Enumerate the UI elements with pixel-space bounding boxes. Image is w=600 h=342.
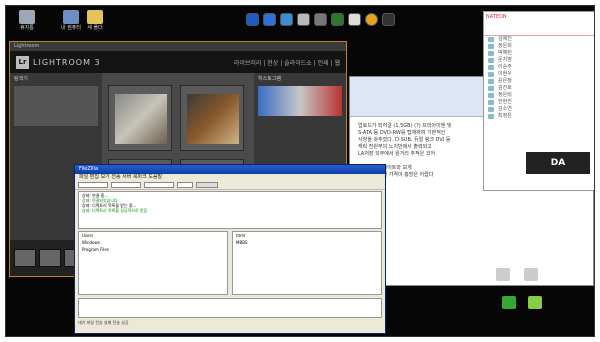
module-picker[interactable]: 라이브러리 | 현상 | 슬라이드쇼 | 인쇄 | 웹 — [234, 58, 340, 67]
quick-connect-button[interactable] — [196, 182, 218, 188]
contact-item[interactable]: 윤은정 — [484, 78, 594, 85]
desktop-icon[interactable] — [502, 296, 516, 309]
lightroom-logo: Lr — [16, 55, 29, 69]
messenger-window[interactable]: NATEON 김예진 정은희 박혜린 문지영 이승주 이현우 윤은정 김진호 정… — [483, 11, 594, 191]
contact-item[interactable]: 이승주 — [484, 64, 594, 71]
contact-item[interactable]: 김소연 — [484, 106, 594, 113]
app-icon[interactable] — [331, 12, 344, 26]
ftp-titlebar[interactable]: FileZilla — [75, 165, 385, 174]
desktop: 휴지통 내 컴퓨터 새 폴더 Lightroom Lr LIGHTROOM 3 … — [5, 5, 595, 337]
photo — [187, 94, 239, 144]
film-thumb[interactable] — [14, 249, 36, 267]
app-icon[interactable] — [280, 12, 293, 26]
contact-item[interactable]: 김예진 — [484, 36, 594, 43]
password-field[interactable] — [144, 182, 174, 188]
messenger-ad-banner[interactable]: DA — [526, 152, 590, 174]
remote-dir[interactable]: html — [233, 232, 381, 239]
contact-item[interactable]: 김진호 — [484, 85, 594, 92]
app-icon[interactable] — [314, 12, 327, 26]
screenshot-frame: 휴지통 내 컴퓨터 새 폴더 Lightroom Lr LIGHTROOM 3 … — [0, 0, 600, 342]
desktop-icon-recycle[interactable]: 휴지통 — [12, 10, 42, 31]
contact-item[interactable]: 최정은 — [484, 113, 594, 120]
host-field[interactable] — [78, 182, 108, 188]
contact-item[interactable]: 문지영 — [484, 57, 594, 64]
computer-icon — [63, 10, 79, 24]
quick-connect-bar — [75, 181, 385, 190]
desktop-icon[interactable] — [528, 296, 542, 309]
local-pane[interactable]: Users Windows Program Files — [78, 231, 228, 295]
queue-tabs[interactable]: 대기 파일 전송 실패 전송 성공 — [78, 320, 129, 326]
app-icon[interactable] — [382, 12, 395, 26]
ftp-client-window[interactable]: FileZilla 파일 편집 보기 전송 서버 북마크 도움말 상태: 연결 … — [74, 164, 386, 334]
contact-item[interactable]: 박혜린 — [484, 50, 594, 57]
lightroom-titlebar[interactable]: Lightroom — [10, 42, 346, 51]
histogram — [258, 86, 342, 116]
contact-item[interactable]: 이현우 — [484, 71, 594, 78]
local-dir[interactable]: Program Files — [79, 246, 227, 253]
photo-thumbnail[interactable] — [108, 85, 172, 151]
desktop-icon[interactable] — [496, 268, 510, 281]
contact-list: 김예진 정은희 박혜린 문지영 이승주 이현우 윤은정 김진호 정은비 한현진 … — [484, 36, 594, 120]
quick-launch-bar — [246, 11, 395, 27]
navigator-label[interactable]: 탐색기 — [10, 73, 102, 84]
film-thumb[interactable] — [39, 249, 61, 267]
port-field[interactable] — [177, 182, 193, 188]
navigator-preview — [14, 86, 98, 126]
message-log: 상태: 연결 중... 상태: 연결되었습니다 상태: 디렉토리 목록을 받는 … — [78, 191, 382, 229]
app-icon[interactable] — [297, 12, 310, 26]
contact-item[interactable]: 정은희 — [484, 43, 594, 50]
contact-item[interactable]: 한현진 — [484, 99, 594, 106]
app-icon[interactable] — [348, 12, 361, 26]
desktop-icon[interactable] — [524, 268, 538, 281]
lightroom-header: Lr LIGHTROOM 3 라이브러리 | 현상 | 슬라이드쇼 | 인쇄 |… — [10, 51, 346, 73]
messenger-header: NATEON — [484, 12, 594, 36]
histogram-label[interactable]: 히스토그램 — [254, 73, 346, 84]
contact-item[interactable]: 정은비 — [484, 92, 594, 99]
photo — [115, 94, 167, 144]
local-dir[interactable]: Windows — [79, 239, 227, 246]
lightroom-brand: LIGHTROOM 3 — [33, 57, 101, 67]
local-dir[interactable]: Users — [79, 232, 227, 239]
ftp-menubar[interactable]: 파일 편집 보기 전송 서버 북마크 도움말 — [75, 174, 385, 181]
folder-icon — [87, 10, 103, 24]
transfer-queue[interactable] — [78, 298, 382, 318]
recycle-bin-icon — [19, 10, 35, 24]
photo-thumbnail[interactable] — [180, 85, 244, 151]
desktop-icon-folder[interactable]: 새 폴더 — [80, 10, 110, 31]
app-icon[interactable] — [263, 12, 276, 26]
remote-dir[interactable]: MBBS — [233, 239, 381, 246]
remote-pane[interactable]: html MBBS — [232, 231, 382, 295]
chrome-icon[interactable] — [365, 12, 378, 26]
username-field[interactable] — [111, 182, 141, 188]
ie-icon[interactable] — [246, 12, 259, 26]
